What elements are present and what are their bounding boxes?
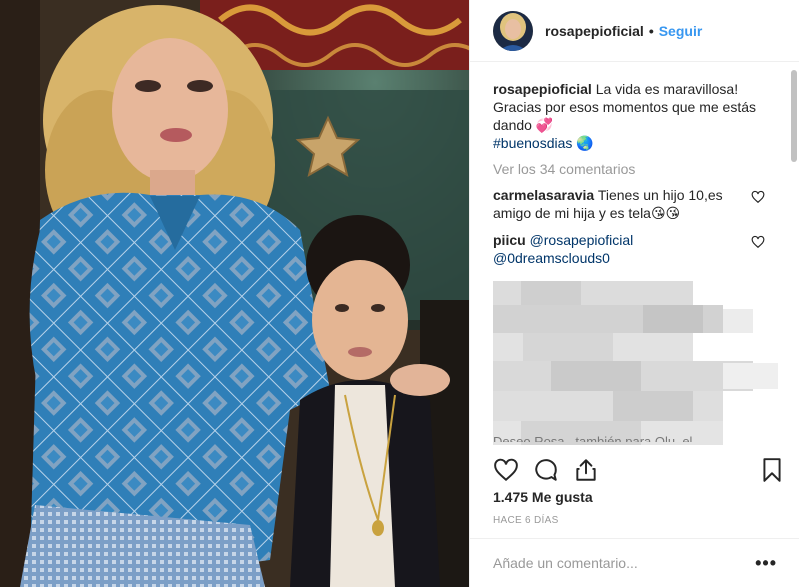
post-caption: rosapepioficial La vida es maravillosa! … xyxy=(493,80,765,152)
heart-outline-icon[interactable] xyxy=(493,457,519,483)
comment-item: piicu @rosapepioficial @0dreamsclouds0 xyxy=(493,231,765,267)
heart-emoji-icon: 💞 xyxy=(535,117,554,133)
header-username[interactable]: rosapepioficial xyxy=(545,23,644,39)
comment-username[interactable]: piicu xyxy=(493,232,526,248)
truncated-comment-line: Deseo Rosa , también para Olu, el xyxy=(493,434,693,442)
instagram-post: rosapepioficial • Seguir rosapepioficial… xyxy=(0,0,799,587)
post-header: rosapepioficial • Seguir xyxy=(470,0,799,62)
comment-like-heart-icon[interactable] xyxy=(751,190,765,204)
mention-link[interactable]: @0dreamsclouds0 xyxy=(493,250,610,266)
avatar-icon xyxy=(493,10,533,51)
comments-section: rosapepioficial La vida es maravillosa! … xyxy=(470,62,786,445)
likes-count[interactable]: 1.475 Me gusta xyxy=(493,489,593,505)
caption-text-line3: dando xyxy=(493,117,532,133)
post-date[interactable]: HACE 6 DÍAS xyxy=(493,515,559,526)
comment-username[interactable]: carmelasaravia xyxy=(493,187,594,203)
globe-emoji-icon: 🌏 xyxy=(576,135,594,151)
pixelated-comments-block xyxy=(493,281,778,445)
comments-scrollbar[interactable] xyxy=(791,70,797,162)
header-separator: • xyxy=(648,22,654,39)
add-comment-bar: ••• xyxy=(470,538,799,587)
post-photo[interactable] xyxy=(0,0,469,587)
photo-illustration xyxy=(0,0,469,587)
mention-link[interactable]: @rosapepioficial xyxy=(530,232,634,248)
post-actions-bar xyxy=(493,454,785,486)
follow-button[interactable]: Seguir xyxy=(659,23,703,39)
hashtag-link[interactable]: #buenosdias xyxy=(493,135,572,151)
comment-input[interactable] xyxy=(493,555,756,571)
ellipsis-icon[interactable]: ••• xyxy=(755,554,777,572)
share-upload-icon[interactable] xyxy=(573,457,599,483)
comment-like-heart-icon[interactable] xyxy=(751,235,765,249)
profile-avatar[interactable] xyxy=(493,10,533,51)
caption-username[interactable]: rosapepioficial xyxy=(493,81,592,97)
view-all-comments-link[interactable]: Ver los 34 comentarios xyxy=(493,161,786,177)
comment-item: carmelasaravia Tienes un hijo 10,es amig… xyxy=(493,186,765,222)
bookmark-icon[interactable] xyxy=(759,457,785,483)
speech-bubble-icon[interactable] xyxy=(533,457,559,483)
caption-text-line1: La vida es maravillosa! xyxy=(595,81,739,97)
caption-text-line2: Gracias por esos momentos que me estás xyxy=(493,99,757,115)
post-side-panel: rosapepioficial • Seguir rosapepioficial… xyxy=(469,0,799,587)
